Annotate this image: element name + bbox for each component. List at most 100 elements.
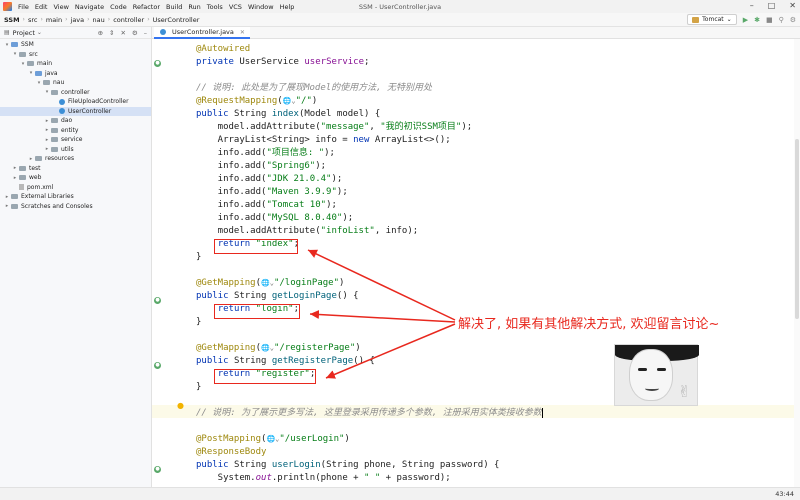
run-icon[interactable]: ▶ [743,16,748,24]
project-panel-title[interactable]: Project [13,29,35,37]
spring-bean-gutter-icon[interactable]: ● [154,60,161,67]
code-token: ) [311,96,318,106]
breadcrumb-src[interactable]: src [28,16,38,24]
breadcrumb-separator-icon: › [147,16,150,23]
tree-item[interactable]: ▸ Scratches and Consoles [0,202,151,212]
breadcrumb-separator-icon: › [107,16,111,23]
breadcrumb-nau[interactable]: nau [93,16,105,24]
spring-mapping-gutter-icon[interactable]: ● [154,362,161,369]
code-token: } [196,317,202,327]
breadcrumb-controller[interactable]: controller [113,16,144,24]
maximize-icon[interactable]: □ [768,1,776,10]
menu-edit[interactable]: Edit [35,3,48,11]
menu-window[interactable]: Window [248,3,274,11]
run-config-select[interactable]: Tomcat ⌄ [687,14,737,25]
stop-icon[interactable]: ■ [766,16,773,24]
chevron-right-icon[interactable]: ▸ [12,175,18,181]
chevron-down-icon[interactable]: ▾ [12,51,18,57]
close-tab-icon[interactable]: ✕ [240,29,245,36]
menu-navigate[interactable]: Navigate [75,3,104,11]
settings-icon[interactable]: ⚙ [790,16,796,24]
chevron-right-icon[interactable]: ▸ [4,203,10,209]
menu-view[interactable]: View [53,3,68,11]
chevron-down-icon[interactable]: ⌄ [37,29,42,36]
code-token: ); [326,200,337,210]
tab-usercontroller[interactable]: UserController.java ✕ [154,27,250,39]
tree-item[interactable]: ▾ src [0,50,151,60]
breadcrumb-usercontroller[interactable]: UserController [153,16,200,24]
tree-item[interactable]: ▾ java [0,69,151,79]
breadcrumb-java[interactable]: java [71,16,85,24]
tree-item-label: resources [45,155,75,163]
tree-item[interactable]: ▸ utils [0,145,151,155]
code-token: , [369,122,381,132]
chevron-right-icon[interactable]: ▸ [44,127,50,133]
code-editor[interactable]: ● ● ● ● ● @Autowired private UserService … [152,39,800,487]
code-line: @ResponseBody [196,446,543,459]
scrollbar-thumb[interactable] [795,139,799,319]
chevron-down-icon[interactable]: ▾ [20,61,26,67]
tree-item[interactable]: ▾ SSM [0,40,151,50]
breadcrumb-ssm[interactable]: SSM [4,16,20,24]
menu-code[interactable]: Code [110,3,127,11]
chevron-right-icon[interactable]: ▸ [44,118,50,124]
menu-refactor[interactable]: Refactor [133,3,160,11]
chevron-right-icon[interactable]: ▸ [12,165,18,171]
folder-icon [35,156,42,162]
menu-run[interactable]: Run [188,3,200,11]
menu-tools[interactable]: Tools [207,3,223,11]
tree-item[interactable]: ▾ controller [0,88,151,98]
tree-item-label: test [29,164,41,172]
lightbulb-icon[interactable]: ● [177,401,184,410]
locate-icon[interactable]: ⊕ [98,29,103,37]
code-token: "/userLogin" [279,434,345,444]
breadcrumb-main[interactable]: main [46,16,62,24]
chevron-right-icon[interactable]: ▸ [4,194,10,200]
peace-hand-icon: ✌ [677,382,691,401]
tree-item[interactable]: FileUploadController [0,97,151,107]
spring-mapping-gutter-icon[interactable]: ● [154,297,161,304]
collapse-all-icon[interactable]: ✕ [120,29,125,37]
gear-icon[interactable]: ⚙ [132,29,138,37]
menu-build[interactable]: Build [166,3,182,11]
tree-item[interactable]: ▸ resources [0,154,151,164]
code-line: private UserService userService; [196,56,543,69]
chevron-down-icon[interactable]: ▾ [4,42,10,48]
search-icon[interactable]: ⚲ [779,16,784,24]
folder-icon [11,203,18,209]
chevron-down-icon[interactable]: ▾ [36,80,42,86]
chevron-right-icon[interactable]: ▸ [44,146,50,152]
menu-vcs[interactable]: VCS [229,3,242,11]
hide-icon[interactable]: – [144,29,147,37]
debug-icon[interactable]: ✱ [754,16,760,24]
tree-item[interactable]: ▾ nau [0,78,151,88]
chevron-down-icon[interactable]: ▾ [28,70,34,76]
menu-file[interactable]: File [18,3,29,11]
tree-item[interactable]: ▸ dao [0,116,151,126]
tree-item[interactable]: ▾ main [0,59,151,69]
chevron-right-icon[interactable]: ▸ [28,156,34,162]
tree-item[interactable]: ▸ service [0,135,151,145]
tree-item[interactable]: ▸ entity [0,126,151,136]
editor-scrollbar[interactable] [794,39,800,487]
tree-item[interactable]: UserController [0,106,151,116]
chevron-down-icon[interactable]: ▾ [44,89,50,95]
code-token: String [233,291,272,301]
code-line: @Autowired [196,43,543,56]
tree-item[interactable]: ▸ test [0,164,151,174]
chevron-right-icon[interactable]: ▸ [44,137,50,143]
caret-position[interactable]: 43:44 [775,490,794,498]
tree-item[interactable]: ▸ External Libraries [0,192,151,202]
close-icon[interactable]: ✕ [789,1,796,10]
code-token: @PostMapping [196,434,262,444]
tree-item[interactable]: ▸ web [0,173,151,183]
spring-mapping-gutter-icon[interactable]: ● [154,466,161,473]
tree-item[interactable]: pom.xml [0,183,151,193]
code-token: "infoList" [320,226,375,236]
code-token: "Maven 3.9.9" [266,187,337,197]
code-line: System.out.println(phone + " " + passwor… [196,472,543,485]
expand-all-icon[interactable]: ⇕ [109,29,114,37]
minimize-icon[interactable]: – [750,1,754,10]
menu-help[interactable]: Help [280,3,295,11]
text-caret [541,408,543,418]
